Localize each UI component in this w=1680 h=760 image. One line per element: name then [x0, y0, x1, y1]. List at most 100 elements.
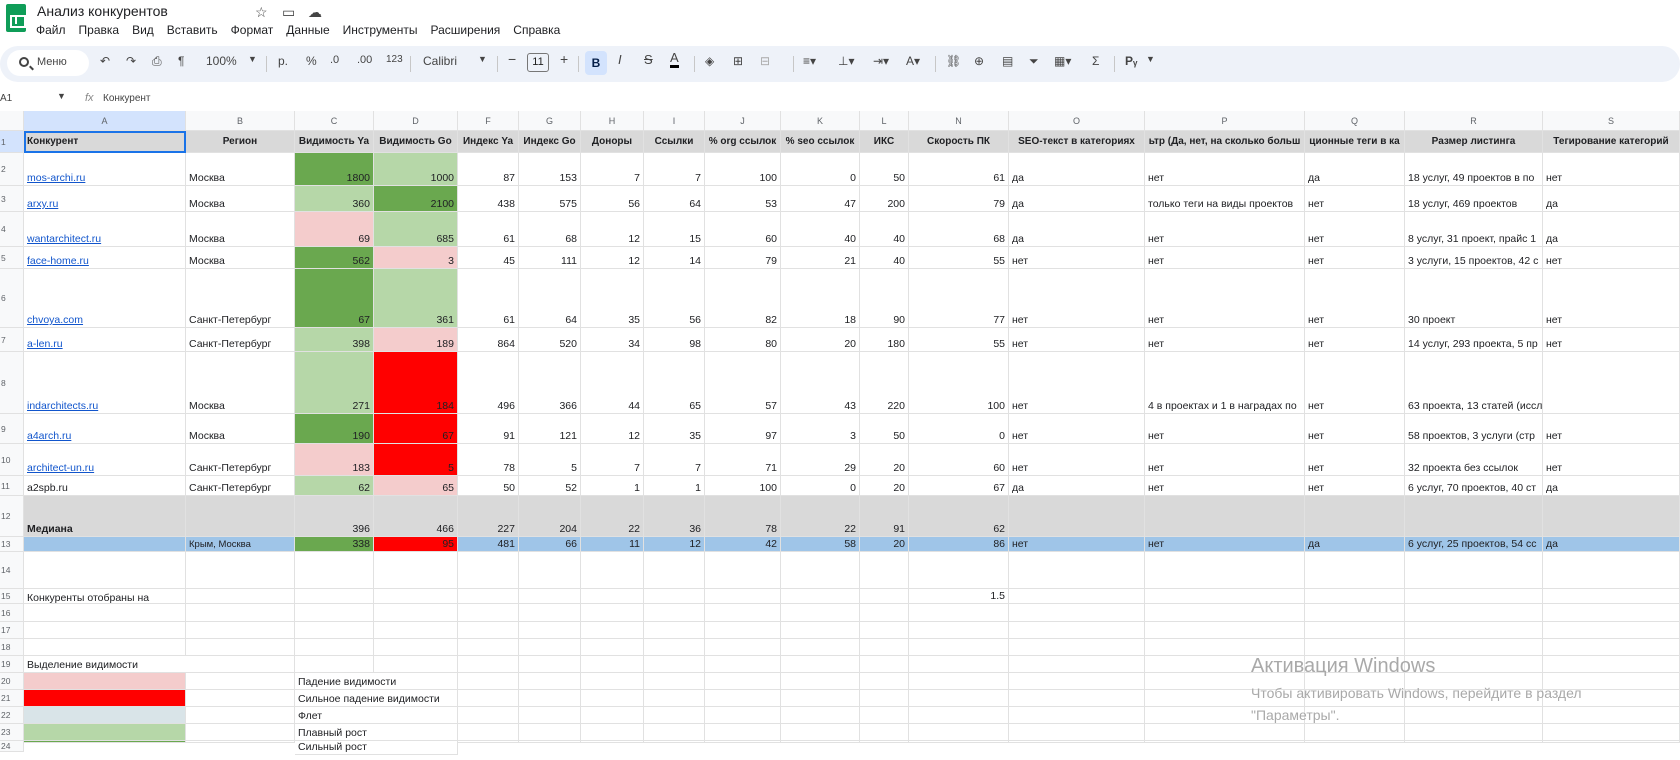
empty-cell[interactable]	[458, 656, 519, 673]
menu-item-8[interactable]: Справка	[513, 23, 560, 37]
data-cell[interactable]: 184	[374, 352, 458, 414]
data-cell[interactable]: 0	[909, 414, 1009, 444]
data-cell[interactable]: 1	[644, 476, 705, 496]
data-cell[interactable]: 71	[705, 444, 781, 476]
empty-cell[interactable]	[1305, 741, 1405, 743]
n15-cell[interactable]: 1.5	[909, 589, 1009, 604]
competitor-cell[interactable]: architect-un.ru	[24, 444, 186, 476]
data-cell[interactable]: 58	[781, 537, 860, 552]
menu-item-5[interactable]: Данные	[286, 23, 329, 37]
paint-format-icon[interactable]: ¶	[178, 54, 184, 68]
empty-cell[interactable]	[374, 604, 458, 622]
menu-search[interactable]: Меню	[7, 50, 89, 76]
empty-cell[interactable]	[860, 604, 909, 622]
number-format-button[interactable]: 123	[386, 54, 403, 65]
row-header[interactable]: 20	[0, 673, 24, 690]
decrease-font-icon[interactable]: −	[508, 51, 516, 67]
data-cell[interactable]: 55	[909, 247, 1009, 269]
data-cell[interactable]: 44	[581, 352, 644, 414]
data-cell[interactable]: 50	[458, 476, 519, 496]
empty-cell[interactable]	[705, 552, 781, 589]
empty-cell[interactable]	[1543, 604, 1680, 622]
data-cell[interactable]: 43	[781, 352, 860, 414]
data-cell[interactable]	[1543, 496, 1680, 537]
empty-cell[interactable]	[705, 639, 781, 656]
row-header[interactable]: 11	[0, 476, 24, 496]
data-cell[interactable]: 50	[860, 414, 909, 444]
data-cell[interactable]: 22	[581, 496, 644, 537]
data-cell[interactable]: нет	[1305, 247, 1405, 269]
data-cell[interactable]	[1009, 496, 1145, 537]
data-cell[interactable]: 30 проект	[1405, 269, 1543, 328]
data-cell[interactable]: нет	[1543, 269, 1680, 328]
text-rotation-icon[interactable]: A▾	[906, 54, 920, 68]
data-cell[interactable]: 53	[705, 186, 781, 212]
data-cell[interactable]: 65	[374, 476, 458, 496]
data-cell[interactable]: 685	[374, 212, 458, 247]
empty-cell[interactable]	[519, 589, 581, 604]
legend-label[interactable]: Падение видимости	[295, 673, 458, 690]
horizontal-align-icon[interactable]: ≡▾	[803, 54, 816, 68]
header-cell[interactable]: Тегирование категорий	[1543, 131, 1680, 153]
empty-cell[interactable]	[909, 690, 1009, 707]
empty-cell[interactable]	[186, 639, 295, 656]
data-cell[interactable]: 57	[705, 352, 781, 414]
data-cell[interactable]: 7	[644, 153, 705, 186]
empty-cell[interactable]	[581, 673, 644, 690]
column-header-Q[interactable]: Q	[1305, 111, 1405, 131]
data-cell[interactable]: Москва	[186, 414, 295, 444]
data-cell[interactable]: 42	[705, 537, 781, 552]
empty-cell[interactable]	[458, 604, 519, 622]
empty-cell[interactable]	[1405, 589, 1543, 604]
data-cell[interactable]: 2100	[374, 186, 458, 212]
sheets-logo-icon[interactable]	[6, 4, 26, 32]
data-cell[interactable]: Москва	[186, 212, 295, 247]
competitor-cell[interactable]: chvoya.com	[24, 269, 186, 328]
data-cell[interactable]	[186, 496, 295, 537]
data-cell[interactable]: 90	[860, 269, 909, 328]
menu-item-2[interactable]: Вид	[132, 23, 154, 37]
empty-cell[interactable]	[374, 552, 458, 589]
empty-cell[interactable]	[909, 552, 1009, 589]
empty-cell[interactable]	[860, 707, 909, 724]
empty-cell[interactable]	[705, 604, 781, 622]
data-cell[interactable]: 91	[458, 414, 519, 444]
header-cell[interactable]: % org ссылок	[705, 131, 781, 153]
data-cell[interactable]: нет	[1145, 537, 1305, 552]
data-cell[interactable]: 20	[781, 328, 860, 352]
decrease-decimal-button[interactable]: .0	[330, 54, 339, 66]
data-cell[interactable]: нет	[1543, 247, 1680, 269]
competitor-cell[interactable]: mos-archi.ru	[24, 153, 186, 186]
empty-cell[interactable]	[781, 690, 860, 707]
empty-cell[interactable]	[186, 552, 295, 589]
data-cell[interactable]: 79	[705, 247, 781, 269]
empty-cell[interactable]	[295, 656, 374, 673]
document-title[interactable]: Анализ конкурентов	[37, 3, 168, 19]
empty-cell[interactable]	[295, 589, 374, 604]
name-box-dropdown-icon[interactable]: ▼	[57, 91, 66, 101]
data-cell[interactable]: да	[1305, 153, 1405, 186]
strikethrough-button[interactable]: S	[644, 52, 653, 67]
header-cell[interactable]: Ссылки	[644, 131, 705, 153]
filter-views-icon[interactable]: ▦▾	[1054, 54, 1071, 68]
header-cell[interactable]: Индекс Go	[519, 131, 581, 153]
data-cell[interactable]: 97	[705, 414, 781, 444]
data-cell[interactable]: 6 услуг, 70 проектов, 40 ст	[1405, 476, 1543, 496]
data-cell[interactable]: 78	[705, 496, 781, 537]
empty-cell[interactable]	[458, 639, 519, 656]
data-cell[interactable]: нет	[1009, 444, 1145, 476]
data-cell[interactable]: 338	[295, 537, 374, 552]
empty-cell[interactable]	[581, 724, 644, 741]
empty-cell[interactable]	[781, 724, 860, 741]
row-header[interactable]: 14	[0, 552, 24, 589]
empty-cell[interactable]	[458, 673, 519, 690]
data-cell[interactable]: нет	[1145, 476, 1305, 496]
data-cell[interactable]: 67	[374, 414, 458, 444]
empty-cell[interactable]	[909, 741, 1009, 743]
data-cell[interactable]: 58 проектов, 3 услуги (стр	[1405, 414, 1543, 444]
fill-color-icon[interactable]: ◈	[705, 54, 714, 68]
empty-cell[interactable]	[705, 622, 781, 639]
functions-icon[interactable]: Σ	[1092, 54, 1099, 68]
italic-button[interactable]: I	[618, 52, 622, 67]
empty-cell[interactable]	[1145, 741, 1305, 743]
